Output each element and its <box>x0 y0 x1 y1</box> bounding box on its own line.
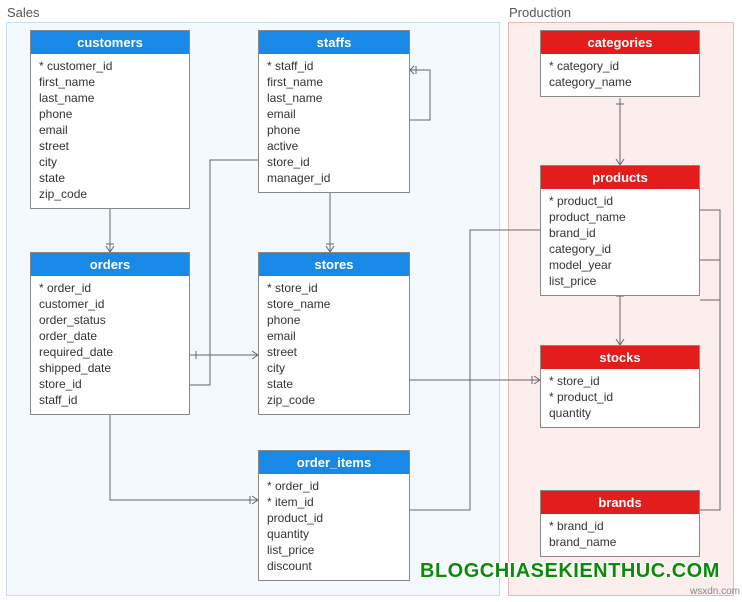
entity-staffs-body: * staff_id first_name last_name email ph… <box>259 54 409 192</box>
field: model_year <box>549 257 691 273</box>
entity-brands-body: * brand_id brand_name <box>541 514 699 556</box>
field: city <box>267 360 401 376</box>
entity-categories: categories * category_id category_name <box>540 30 700 97</box>
field: * store_id <box>549 373 691 389</box>
field: * product_id <box>549 389 691 405</box>
entity-stores-body: * store_id store_name phone email street… <box>259 276 409 414</box>
field: store_id <box>39 376 181 392</box>
field: email <box>267 328 401 344</box>
field: manager_id <box>267 170 401 186</box>
field: street <box>39 138 181 154</box>
entity-products-header: products <box>541 166 699 189</box>
field: order_status <box>39 312 181 328</box>
entity-brands-header: brands <box>541 491 699 514</box>
entity-order-items-header: order_items <box>259 451 409 474</box>
field: last_name <box>39 90 181 106</box>
field: list_price <box>549 273 691 289</box>
field: * order_id <box>267 478 401 494</box>
field: customer_id <box>39 296 181 312</box>
field: * customer_id <box>39 58 181 74</box>
entity-products-body: * product_id product_name brand_id categ… <box>541 189 699 295</box>
entity-order-items: order_items * order_id * item_id product… <box>258 450 410 581</box>
field: store_name <box>267 296 401 312</box>
field: discount <box>267 558 401 574</box>
entity-brands: brands * brand_id brand_name <box>540 490 700 557</box>
field: product_name <box>549 209 691 225</box>
field: * product_id <box>549 193 691 209</box>
field: product_id <box>267 510 401 526</box>
entity-stores-header: stores <box>259 253 409 276</box>
field: category_id <box>549 241 691 257</box>
entity-customers-header: customers <box>31 31 189 54</box>
entity-customers: customers * customer_id first_name last_… <box>30 30 190 209</box>
field: shipped_date <box>39 360 181 376</box>
entity-stocks: stocks * store_id * product_id quantity <box>540 345 700 428</box>
field: brand_name <box>549 534 691 550</box>
field: zip_code <box>267 392 401 408</box>
field: required_date <box>39 344 181 360</box>
field: * store_id <box>267 280 401 296</box>
entity-categories-body: * category_id category_name <box>541 54 699 96</box>
field: city <box>39 154 181 170</box>
field: quantity <box>267 526 401 542</box>
entity-customers-body: * customer_id first_name last_name phone… <box>31 54 189 208</box>
entity-order-items-body: * order_id * item_id product_id quantity… <box>259 474 409 580</box>
entity-products: products * product_id product_name brand… <box>540 165 700 296</box>
field: brand_id <box>549 225 691 241</box>
field: staff_id <box>39 392 181 408</box>
field: * brand_id <box>549 518 691 534</box>
field: street <box>267 344 401 360</box>
entity-stocks-body: * store_id * product_id quantity <box>541 369 699 427</box>
field: phone <box>267 312 401 328</box>
field: email <box>267 106 401 122</box>
field: state <box>39 170 181 186</box>
field: store_id <box>267 154 401 170</box>
field: first_name <box>39 74 181 90</box>
field: * order_id <box>39 280 181 296</box>
schema-production-label: Production <box>509 5 571 20</box>
entity-orders: orders * order_id customer_id order_stat… <box>30 252 190 415</box>
entity-categories-header: categories <box>541 31 699 54</box>
entity-staffs-header: staffs <box>259 31 409 54</box>
entity-stocks-header: stocks <box>541 346 699 369</box>
field: phone <box>267 122 401 138</box>
watermark-small: wsxdn.com <box>690 586 740 597</box>
field: * item_id <box>267 494 401 510</box>
field: order_date <box>39 328 181 344</box>
field: list_price <box>267 542 401 558</box>
field: phone <box>39 106 181 122</box>
field: * staff_id <box>267 58 401 74</box>
entity-orders-body: * order_id customer_id order_status orde… <box>31 276 189 414</box>
field: category_name <box>549 74 691 90</box>
entity-orders-header: orders <box>31 253 189 276</box>
field: last_name <box>267 90 401 106</box>
field: zip_code <box>39 186 181 202</box>
entity-stores: stores * store_id store_name phone email… <box>258 252 410 415</box>
field: email <box>39 122 181 138</box>
entity-staffs: staffs * staff_id first_name last_name e… <box>258 30 410 193</box>
field: first_name <box>267 74 401 90</box>
schema-sales-label: Sales <box>7 5 40 20</box>
field: state <box>267 376 401 392</box>
field: quantity <box>549 405 691 421</box>
watermark-main: BLOGCHIASEKIENTHUC.COM <box>420 560 720 583</box>
field: * category_id <box>549 58 691 74</box>
field: active <box>267 138 401 154</box>
